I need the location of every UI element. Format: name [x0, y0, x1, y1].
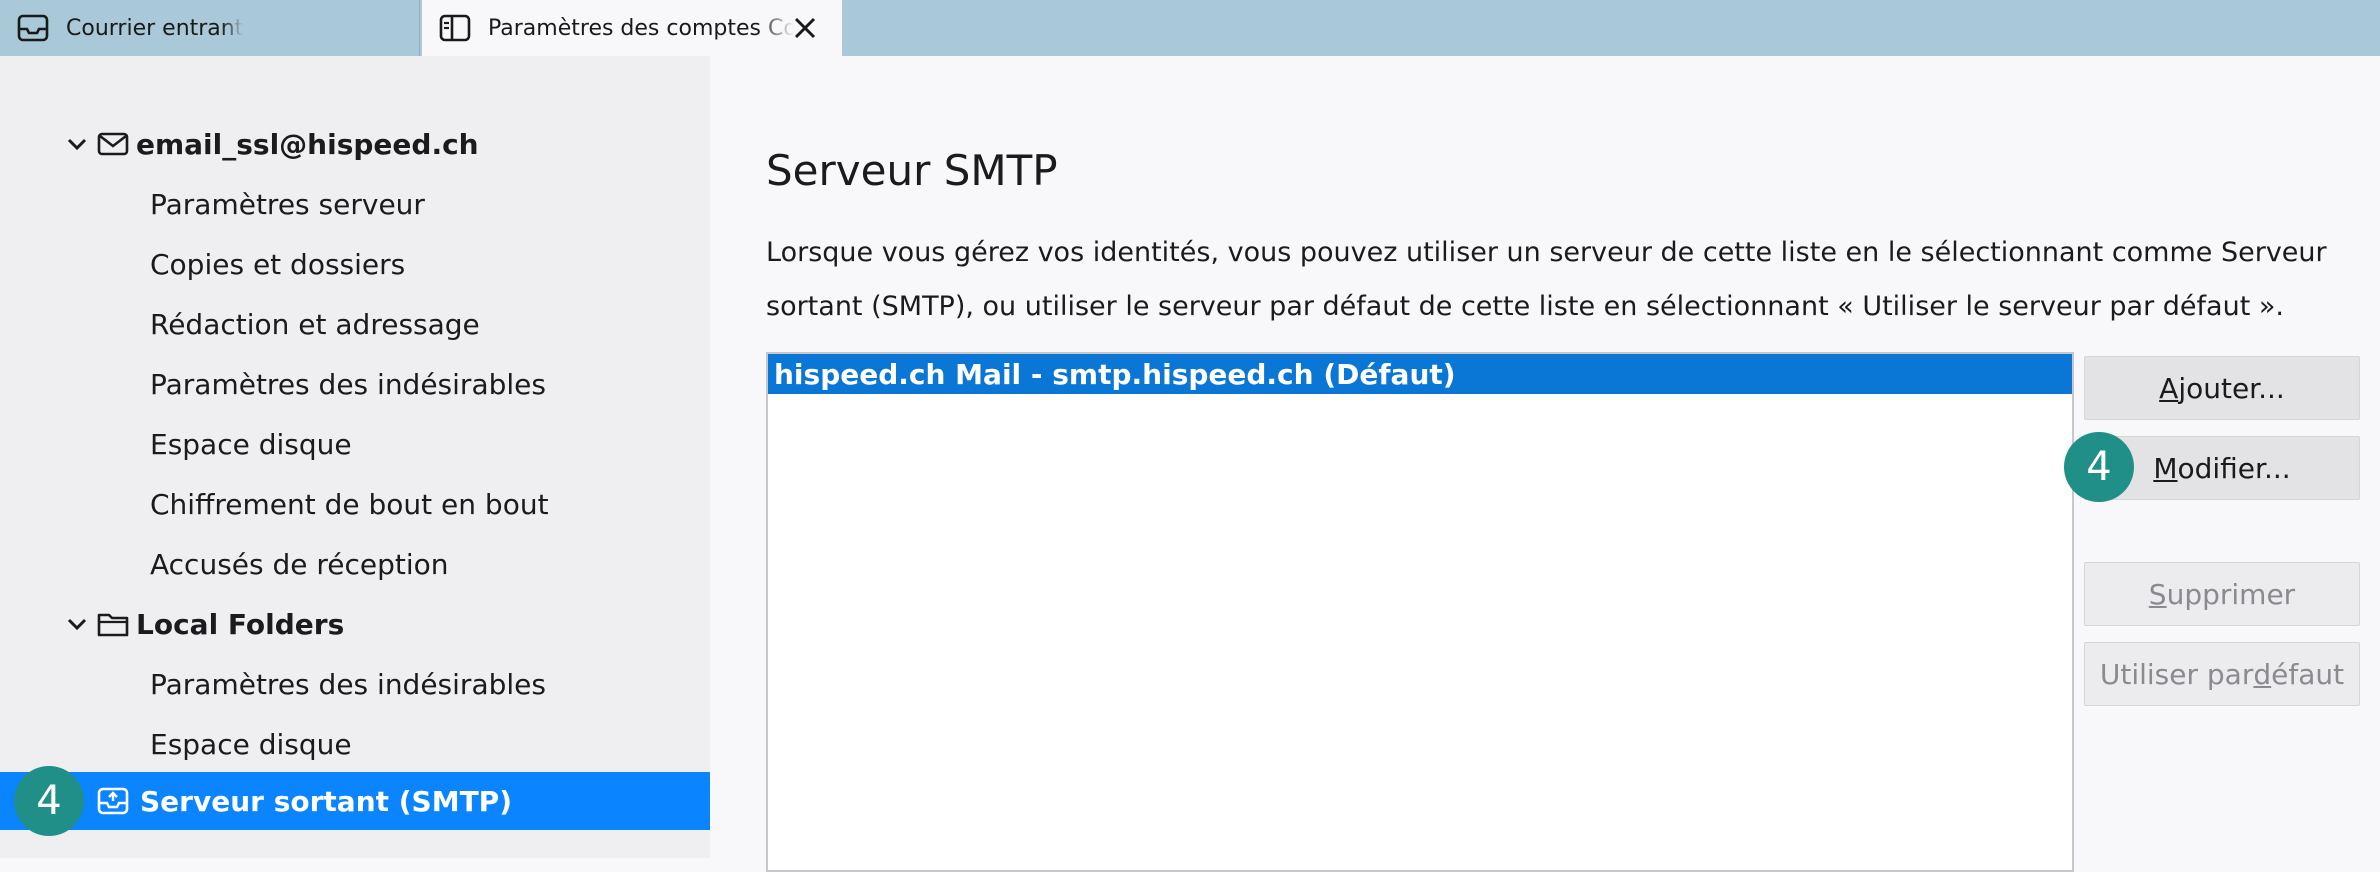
button-label-post: upprimer	[2166, 577, 2296, 611]
tree-item-junk-settings[interactable]: Paramètres des indésirables	[0, 354, 710, 414]
chevron-down-icon[interactable]	[64, 611, 90, 637]
tree-item-e2e-encryption[interactable]: Chiffrement de bout en bout	[0, 474, 710, 534]
tab-bar: Courrier entrant Paramètres des comptes …	[0, 0, 2380, 56]
step-badge-edit: 4	[2064, 432, 2134, 502]
tree-item-local-junk-settings[interactable]: Paramètres des indésirables	[0, 654, 710, 714]
button-label-post: éfaut	[2271, 657, 2345, 691]
button-label-pre: Utiliser par	[2099, 657, 2254, 691]
step-badge-sidebar: 4	[14, 766, 84, 836]
tree-account-local-label: Local Folders	[136, 607, 345, 641]
tree-item-label: Accusés de réception	[150, 547, 449, 581]
button-accesskey: M	[2153, 451, 2178, 485]
tab-inbox[interactable]: Courrier entrant	[0, 0, 420, 56]
page-title: Serveur SMTP	[766, 146, 1058, 195]
button-accesskey: A	[2159, 371, 2179, 405]
chevron-down-icon[interactable]	[64, 131, 90, 157]
tree-item-composition[interactable]: Rédaction et adressage	[0, 294, 710, 354]
button-label-post: jouter...	[2178, 371, 2285, 405]
smtp-server-list[interactable]: hispeed.ch Mail - smtp.hispeed.ch (Défau…	[766, 352, 2074, 872]
tree-item-outgoing-server[interactable]: Serveur sortant (SMTP)	[0, 772, 710, 830]
list-item[interactable]: hispeed.ch Mail - smtp.hispeed.ch (Défau…	[768, 354, 2072, 394]
add-server-button[interactable]: Ajouter...	[2084, 356, 2360, 420]
inbox-icon	[17, 14, 49, 42]
tree-item-copies-folders[interactable]: Copies et dossiers	[0, 234, 710, 294]
set-default-button[interactable]: Utiliser par d éfaut	[2084, 642, 2360, 706]
tree-item-label: Rédaction et adressage	[150, 307, 480, 341]
tree-item-label: Copies et dossiers	[150, 247, 406, 281]
tree-item-local-disk-space[interactable]: Espace disque	[0, 714, 710, 774]
tab-account-settings[interactable]: Paramètres des comptes Courrier	[422, 0, 842, 56]
tree-account-email-label: email_ssl@hispeed.ch	[136, 127, 479, 161]
tree-item-label: Paramètres des indésirables	[150, 667, 546, 701]
button-accesskey: d	[2253, 657, 2272, 691]
page-description: Lorsque vous gérez vos identités, vous p…	[766, 237, 2327, 322]
delete-server-button[interactable]: Supprimer	[2084, 562, 2360, 626]
tree-item-label: Chiffrement de bout en bout	[150, 487, 549, 521]
button-accesskey: S	[2148, 577, 2167, 611]
tree-item-disk-space[interactable]: Espace disque	[0, 414, 710, 474]
button-label-post: odifier...	[2177, 451, 2291, 485]
envelope-icon	[97, 132, 129, 156]
smtp-settings-panel: Serveur SMTP Lorsque vous gérez vos iden…	[710, 56, 2380, 872]
folder-icon	[97, 613, 129, 637]
tree-item-label: Espace disque	[150, 727, 352, 761]
tree-account-local-folders[interactable]: Local Folders	[0, 594, 710, 654]
tree-item-label: Espace disque	[150, 427, 352, 461]
close-icon[interactable]	[790, 13, 820, 43]
account-tree-sidebar: email_ssl@hispeed.ch Paramètres serveur …	[0, 56, 710, 858]
tree-item-label: Paramètres des indésirables	[150, 367, 546, 401]
tree-item-return-receipts[interactable]: Accusés de réception	[0, 534, 710, 594]
account-settings-icon	[439, 14, 471, 42]
tree-account-email[interactable]: email_ssl@hispeed.ch	[0, 114, 710, 174]
outbox-icon	[97, 787, 129, 815]
tab-inbox-label: Courrier entrant	[66, 15, 244, 41]
tree-item-label: Paramètres serveur	[150, 187, 425, 221]
tree-item-outgoing-label: Serveur sortant (SMTP)	[140, 784, 512, 818]
tree-item-server-settings[interactable]: Paramètres serveur	[0, 174, 710, 234]
tab-account-settings-label: Paramètres des comptes Courrier	[488, 15, 794, 41]
